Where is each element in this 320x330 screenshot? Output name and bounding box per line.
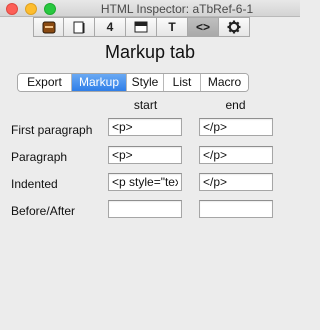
panel-title: Markup tab [104,42,196,62]
close-window-button[interactable] [6,3,18,15]
indented-end-field[interactable] [199,173,273,191]
before-after-label: Before/After [11,204,76,218]
window-icon[interactable] [126,17,157,37]
indented-start-field[interactable] [108,173,182,191]
paragraph-label: Paragraph [11,150,68,164]
indented-label: Indented [11,177,58,191]
tab-style[interactable]: Style [127,74,164,91]
minimize-window-button[interactable] [25,3,37,15]
tab-markup[interactable]: Markup [72,74,127,91]
tab-macro[interactable]: Macro [201,74,248,91]
first-paragraph-start-field[interactable] [108,118,182,136]
page-icon[interactable] [64,17,95,37]
start-column-header: start [133,98,158,112]
zoom-window-button[interactable] [44,3,56,15]
before-after-start-field[interactable] [108,200,182,218]
before-after-end-field[interactable] [199,200,273,218]
paragraph-start-field[interactable] [108,146,182,164]
tab-export[interactable]: Export [18,74,72,91]
end-column-header: end [225,98,246,112]
paragraph-end-field[interactable] [199,146,273,164]
tab-list[interactable]: List [164,74,201,91]
tab-bar: Export Markup Style List Macro [17,73,249,92]
text-icon[interactable]: T [157,17,188,37]
gear-icon[interactable] [219,17,250,37]
code-icon[interactable]: <> [188,17,219,37]
inspector-toolbar: 4 T <> [33,17,250,37]
first-paragraph-label: First paragraph [11,123,93,137]
title-bar: HTML Inspector: aTbRef-6-1 [0,0,300,17]
window-title: HTML Inspector: aTbRef-6-1 [100,2,254,16]
stack-icon[interactable] [33,17,64,37]
badge-icon[interactable]: 4 [95,17,126,37]
first-paragraph-end-field[interactable] [199,118,273,136]
